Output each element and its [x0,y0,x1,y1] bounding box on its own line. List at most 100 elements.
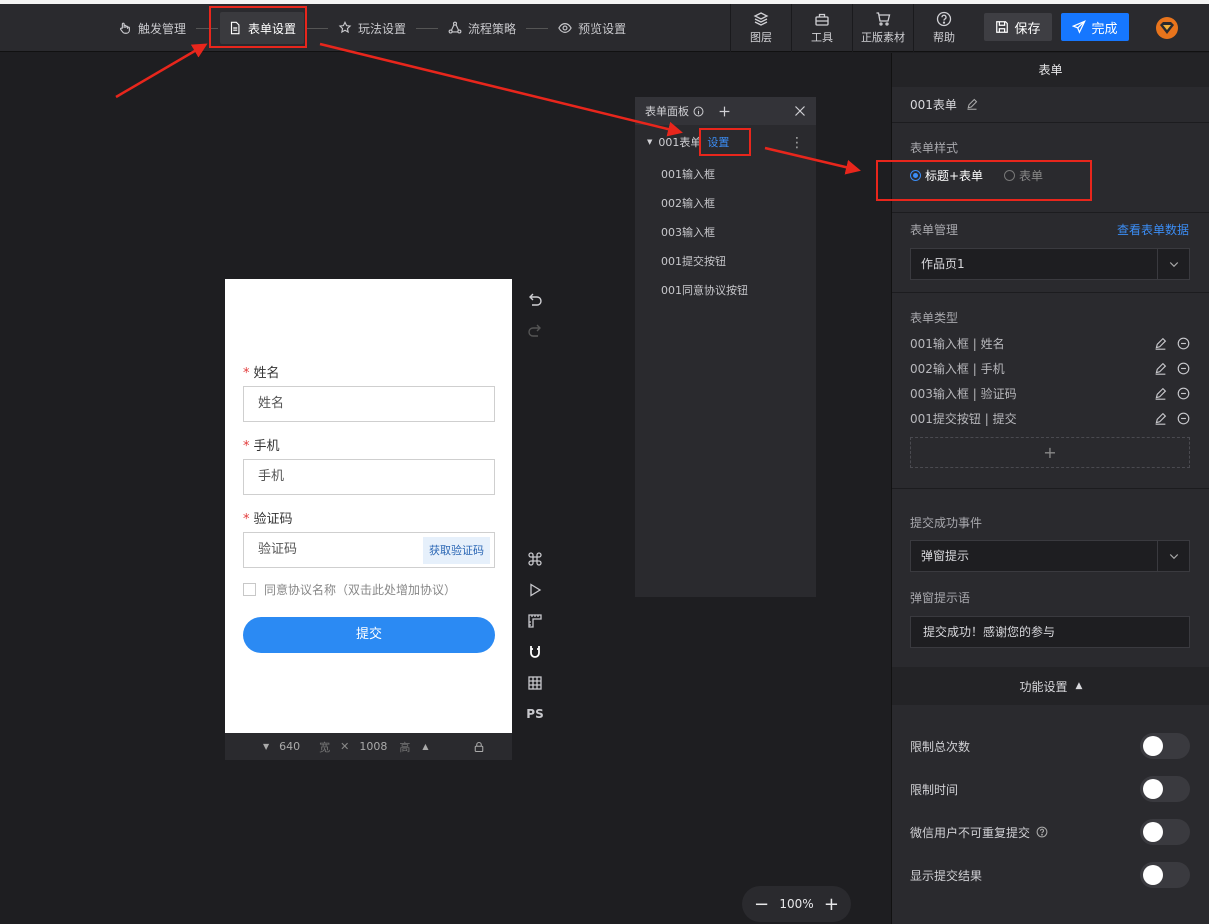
function-settings-toggle[interactable]: 功能设置 ▲ [892,667,1209,705]
caret-up-icon[interactable]: ▲ [422,742,428,751]
tool-label: 工具 [811,31,833,44]
width-unit: 宽 [319,740,331,754]
redo-button[interactable] [524,314,546,345]
step-preview-settings[interactable]: 预览设置 [550,12,634,44]
agreement-checkbox[interactable] [243,583,256,596]
submit-success-event-label: 提交成功事件 [910,516,983,530]
form-tree-item[interactable]: 001提交按钮 [635,246,816,275]
annotation-box-settings-link [699,128,751,156]
redo-icon [528,324,541,337]
popup-text-value: 提交成功！感谢您的参与 [923,625,1056,639]
view-form-data-link[interactable]: 查看表单数据 [1117,221,1189,238]
width-value[interactable]: 640 [279,740,319,753]
undo-button[interactable] [524,283,546,314]
show-result-switch[interactable] [1140,862,1190,888]
zoom-out-button[interactable]: − [754,894,769,915]
chevron-down-icon[interactable] [1157,541,1189,571]
agreement-row[interactable]: 同意协议名称（双击此处增加协议） [243,581,456,598]
panel-title: 表单 [892,53,1209,87]
submit-success-event-value: 弹窗提示 [921,549,970,563]
save-button[interactable]: 保存 [984,13,1052,41]
submit-button[interactable]: 提交 [243,617,495,653]
zoom-control: − 100% + [742,886,851,922]
layers-icon [753,12,769,26]
form-manage-section: 表单管理 查看表单数据 作品页1 [892,213,1209,293]
caret-down-icon[interactable]: ▼ [263,742,269,751]
height-value[interactable]: 1008 [359,740,399,753]
remove-icon[interactable] [1177,337,1190,350]
help-circle-icon[interactable] [1036,826,1048,838]
get-code-button[interactable]: 获取验证码 [423,537,490,564]
form-tree-item[interactable]: 003输入框 [635,217,816,246]
tool-label: 图层 [750,31,772,44]
lock-icon[interactable] [473,741,485,753]
grid-button[interactable] [524,667,546,698]
submit-success-event-select[interactable]: 弹窗提示 [910,540,1190,572]
toggle-row-limit-time: 限制时间 [910,776,1190,802]
ruler-button[interactable] [524,605,546,636]
toggle-label: 限制时间 [910,782,959,797]
name-input[interactable]: 姓名 [243,386,495,422]
phone-canvas[interactable]: * 姓名 姓名 * 手机 手机 * 验证码 验证码 获取验证码 同意协议名称（双击此处… [225,279,512,733]
remove-icon[interactable] [1177,412,1190,425]
licensed-assets-button[interactable]: 正版素材 [852,4,913,52]
step-separator [416,27,439,29]
canvas-size-bar: ▼ 640 宽 ✕ 1008 高 ▲ [225,733,512,760]
caret-up-icon: ▲ [1075,681,1083,691]
help-button[interactable]: 帮助 [913,4,974,52]
phone-input[interactable]: 手机 [243,459,495,495]
submit-success-section: 提交成功事件 弹窗提示 弹窗提示语 提交成功！感谢您的参与 [892,509,1209,669]
form-name: 001表单 [910,98,957,112]
close-icon[interactable] [794,105,806,117]
tools-button[interactable]: 工具 [791,4,852,52]
layers-button[interactable]: 图层 [730,4,791,52]
limit-total-switch[interactable] [1140,733,1190,759]
done-button[interactable]: 完成 [1061,13,1129,41]
step-separator [306,27,329,29]
remove-icon[interactable] [1177,362,1190,375]
edit-icon[interactable] [966,98,978,110]
floppy-icon [996,21,1009,33]
annotation-box-form-settings [209,6,307,48]
play-button[interactable] [524,574,546,605]
plus-icon[interactable] [718,105,731,118]
zoom-value: 100% [779,897,814,911]
zoom-in-button[interactable]: + [824,894,839,915]
step-flow-strategy[interactable]: 流程策略 [440,12,524,44]
limit-time-switch[interactable] [1140,776,1190,802]
form-type-label: 表单类型 [910,311,959,325]
edit-icon[interactable] [1154,362,1167,375]
form-manage-select[interactable]: 作品页1 [910,248,1190,280]
toggle-label: 限制总次数 [910,739,971,754]
caret-down-icon[interactable]: ▼ [647,138,652,146]
remove-icon[interactable] [1177,387,1190,400]
ps-button[interactable]: PS [524,698,546,729]
toggle-row-no-repeat: 微信用户不可重复提交 [910,819,1190,845]
info-icon[interactable] [693,106,704,117]
add-form-type-button[interactable]: + [910,437,1190,468]
more-icon[interactable]: ⋮ [790,135,804,151]
form-tree-item[interactable]: 002输入框 [635,188,816,217]
step-gameplay-settings[interactable]: 玩法设置 [330,12,414,44]
brand-logo[interactable] [1154,16,1180,40]
form-panel: 表单面板 ▼ 001表单 设置 ⋮ 001输入框 002输入框 003输入框 0… [635,97,816,597]
eye-icon [558,23,572,33]
edit-icon[interactable] [1154,412,1167,425]
code-input[interactable]: 验证码 获取验证码 [243,532,495,568]
edit-icon[interactable] [1154,387,1167,400]
form-tree-item[interactable]: 001输入框 [635,159,816,188]
command-button[interactable] [524,543,546,574]
edit-icon[interactable] [1154,337,1167,350]
form-type-row: 001输入框 | 姓名 [910,331,1190,356]
magnet-button[interactable] [524,636,546,667]
step-separator [526,27,549,29]
form-type-section: 表单类型 001输入框 | 姓名 002输入框 | 手机 003输入框 | 验证… [892,293,1209,489]
name-field-label: * 姓名 [243,366,280,381]
no-repeat-switch[interactable] [1140,819,1190,845]
popup-text-input[interactable]: 提交成功！感谢您的参与 [910,616,1190,648]
step-label: 预览设置 [578,21,627,36]
form-tree-item[interactable]: 001同意协议按钮 [635,275,816,304]
step-trigger-management[interactable]: 触发管理 [110,12,194,44]
code-input-placeholder: 验证码 [258,542,298,557]
chevron-down-icon[interactable] [1157,249,1189,279]
